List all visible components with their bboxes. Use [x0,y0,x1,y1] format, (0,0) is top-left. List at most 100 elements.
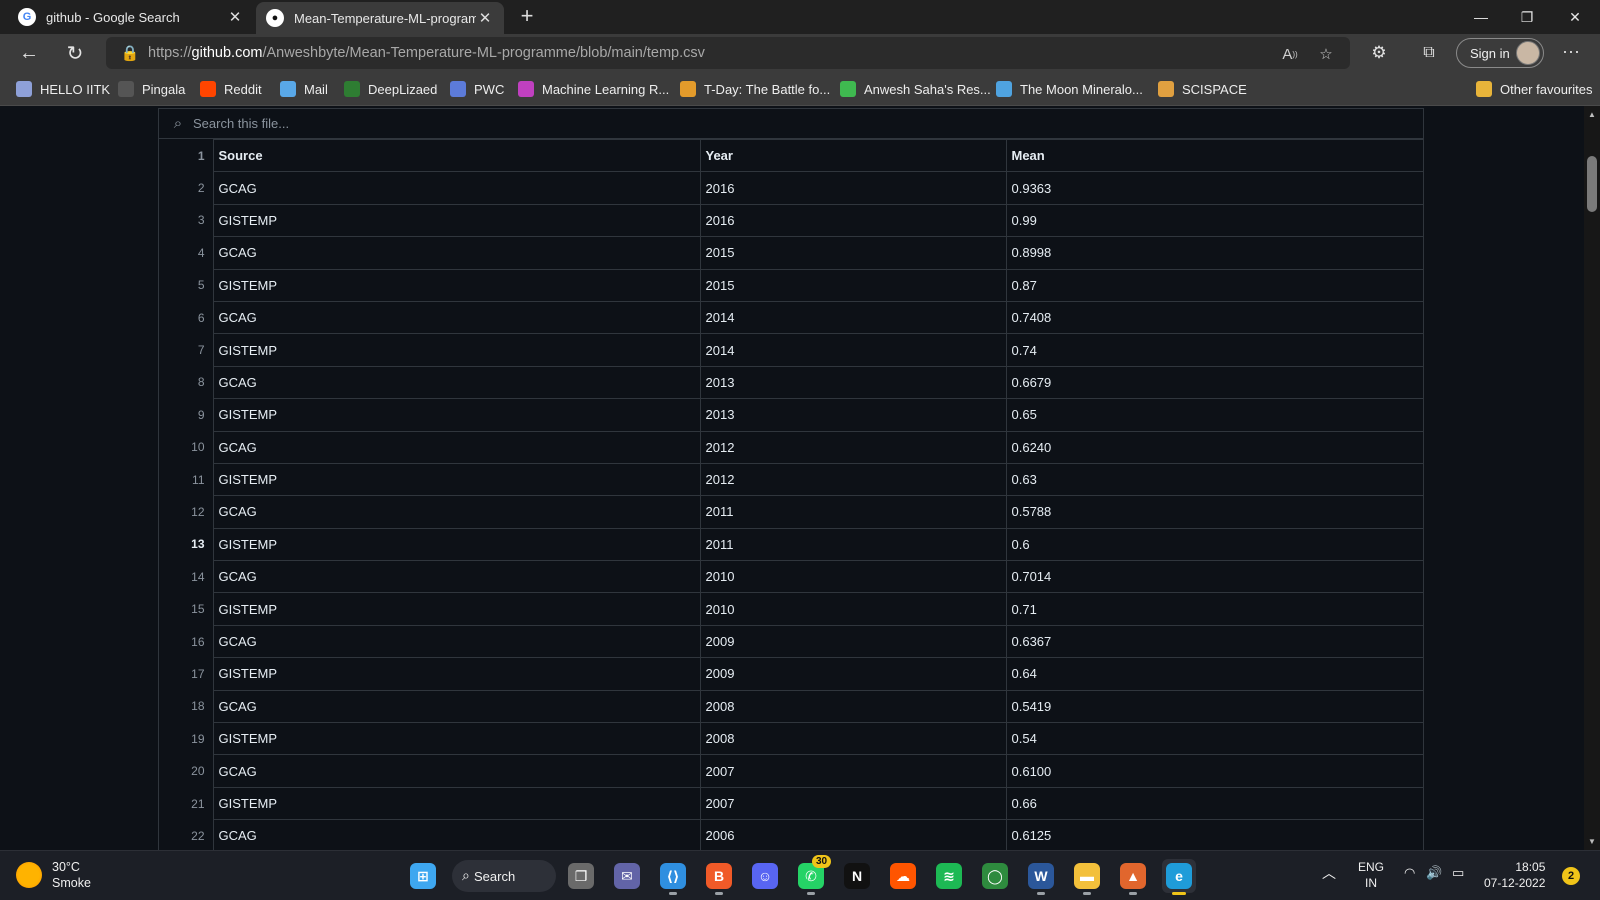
line-number[interactable]: 11 [159,463,214,496]
taskbar-search-label: Search [474,868,516,884]
favorite-moon[interactable]: The Moon Mineralo... [996,80,1143,98]
clock-date: 07-12-2022 [1484,876,1546,890]
line-number[interactable]: 21 [159,787,214,820]
file-explorer-taskbar-button[interactable]: ▬ [1070,859,1104,895]
line-number[interactable]: 12 [159,495,214,529]
favorite-reddit[interactable]: Reddit [200,80,262,98]
favorite-anwesh[interactable]: Anwesh Saha's Res... [840,80,991,98]
line-number[interactable]: 16 [159,625,214,658]
line-number[interactable]: 20 [159,754,214,788]
favorite-t-day[interactable]: T-Day: The Battle fo... [680,80,830,98]
line-number[interactable]: 17 [159,657,214,691]
address-bar[interactable]: 🔒 https://github.com/Anweshbyte/Mean-Tem… [106,37,1350,69]
battery-icon[interactable]: ▭ [1452,865,1464,881]
line-number[interactable]: 18 [159,690,214,723]
more-options-icon[interactable]: ··· [1556,38,1586,68]
start-taskbar-button[interactable]: ⊞ [406,859,440,893]
cell-source: GISTEMP [212,657,701,691]
line-number[interactable]: 15 [159,592,214,626]
wifi-icon[interactable]: ◠ [1404,865,1415,881]
favorite-pwc[interactable]: PWC [450,80,504,98]
line-number[interactable]: 7 [159,333,214,367]
teams-chat-taskbar-button[interactable]: ✉ [610,859,644,893]
minimize-icon[interactable]: — [1458,0,1504,34]
favorite-pingala[interactable]: Pingala [118,80,185,98]
line-number[interactable]: 14 [159,560,214,593]
scroll-thumb[interactable] [1587,156,1597,212]
page-content: ⌕ Search this file... 1 Source Year Mean… [0,106,1584,850]
close-tab-icon[interactable]: ✕ [476,9,494,27]
line-number[interactable]: 5 [159,269,214,302]
vertical-scrollbar[interactable]: ▲ ▼ [1584,106,1600,850]
collections-icon[interactable]: ⧉ [1414,38,1444,68]
line-number[interactable]: 2 [159,171,214,205]
word-taskbar-button[interactable]: W [1024,859,1058,895]
language-indicator[interactable]: ENG IN [1358,859,1384,891]
new-tab-icon[interactable]: + [514,4,540,30]
file-search-bar[interactable]: ⌕ Search this file... [159,109,1423,139]
show-hidden-icons[interactable]: ︿ [1322,865,1336,881]
line-number[interactable]: 10 [159,431,214,464]
read-aloud-icon[interactable]: A)) [1278,43,1302,65]
line-number[interactable]: 8 [159,366,214,399]
line-number[interactable]: 3 [159,204,214,237]
file-search-input[interactable]: Search this file... [193,116,289,131]
line-number[interactable]: 4 [159,236,214,270]
discord-icon: ☺ [752,863,778,889]
back-icon[interactable]: ← [14,38,44,68]
cell-source: GISTEMP [212,462,701,497]
tab-github-temp-csv[interactable]: ● Mean-Temperature-ML-programme/blob/mai… [256,2,504,34]
scroll-up-icon[interactable]: ▲ [1587,110,1597,119]
matlab-taskbar-button[interactable]: ▲ [1116,859,1150,895]
refresh-app-taskbar-button[interactable]: ◯ [978,859,1012,893]
cell-source: GCAG [212,689,701,724]
line-number[interactable]: 1 [159,139,214,172]
scroll-down-icon[interactable]: ▼ [1587,837,1597,846]
line-number[interactable]: 19 [159,722,214,755]
soundcloud-taskbar-button[interactable]: ☁ [886,859,920,893]
line-number[interactable]: 22 [159,819,214,850]
table-row: 7 GISTEMP 2014 0.74 [159,333,1423,367]
notification-badge[interactable]: 2 [1562,867,1580,885]
column-header-mean: Mean [1005,138,1423,173]
task-view-taskbar-button[interactable]: ❐ [564,859,598,893]
url-text[interactable]: https://github.com/Anweshbyte/Mean-Tempe… [148,45,705,61]
whatsapp-taskbar-button[interactable]: ✆ 30 [794,855,832,895]
line-number[interactable]: 6 [159,301,214,334]
favorite-machine-learning[interactable]: Machine Learning R... [518,80,669,98]
restore-icon[interactable]: ❐ [1504,0,1550,34]
favorite-hello-iitk[interactable]: HELLO IITK [16,80,110,98]
favorite-mail[interactable]: Mail [280,80,328,98]
line-number[interactable]: 9 [159,398,214,432]
cell-mean: 0.6367 [1005,624,1423,659]
table-row: 8 GCAG 2013 0.6679 [159,365,1423,400]
taskbar-search-button[interactable]: ⌕ Search [452,860,556,892]
lock-icon[interactable]: 🔒 [112,44,148,62]
vscode-taskbar-button[interactable]: ⟨⟩ [656,859,690,895]
discord-taskbar-button[interactable]: ☺ [748,859,782,893]
cell-mean: 0.7014 [1005,560,1423,594]
cell-source: GCAG [212,365,701,400]
volume-icon[interactable]: 🔊 [1426,865,1442,881]
table-row: 4 GCAG 2015 0.8998 [159,236,1423,270]
netflix-taskbar-button[interactable]: N [840,859,874,893]
favorite-scispace[interactable]: SCISPACE [1158,80,1247,98]
refresh-icon[interactable]: ↻ [60,38,90,68]
line-number[interactable]: 13 [159,528,214,561]
favorite-deeplizaed[interactable]: DeepLizaed [344,80,437,98]
brave-taskbar-button[interactable]: B [702,859,736,895]
cell-mean: 0.87 [1005,268,1423,302]
cell-source: GISTEMP [212,333,701,367]
other-favourites-folder[interactable]: Other favourites [1476,80,1593,98]
add-favorite-icon[interactable]: ☆ [1314,43,1338,65]
close-tab-icon[interactable]: ✕ [226,8,244,26]
tab-google-search[interactable]: G github - Google Search ✕ [8,0,254,34]
edge-taskbar-button[interactable]: e [1162,859,1196,895]
cell-mean: 0.7408 [1005,300,1423,335]
weather-widget[interactable]: 30°C Smoke [16,859,91,891]
clock[interactable]: 18:05 07-12-2022 [1484,859,1545,891]
extensions-icon[interactable]: ⚙ [1364,38,1394,68]
close-window-icon[interactable]: ✕ [1552,0,1598,34]
sign-in-button[interactable]: Sign in [1456,38,1544,68]
spotify-taskbar-button[interactable]: ≋ [932,859,966,893]
